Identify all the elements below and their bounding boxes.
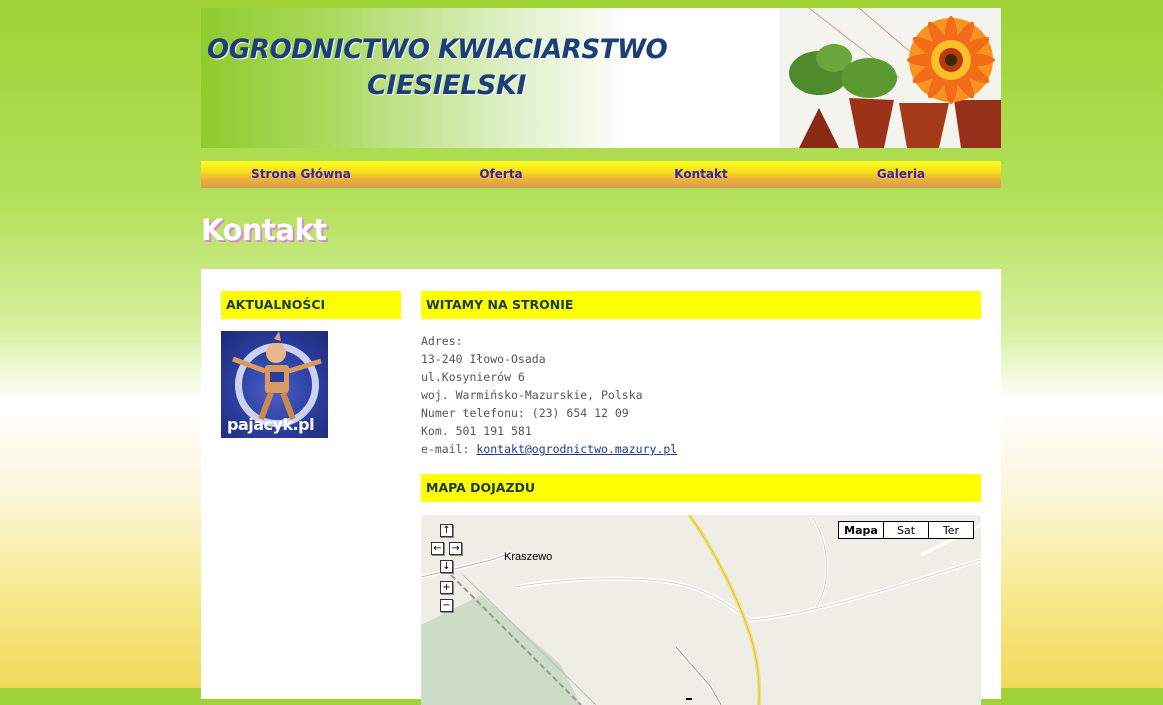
nav-item-home[interactable]: Strona Główna: [201, 161, 401, 188]
map-zoom-in-button[interactable]: +: [440, 581, 453, 594]
welcome-heading: WITAMY NA STRONIE: [421, 291, 981, 319]
map-type-terrain-button[interactable]: Ter: [928, 521, 974, 539]
map-zoom-out-button[interactable]: −: [440, 599, 453, 612]
page-title: Kontakt: [201, 213, 327, 247]
page-wrapper: OGRODNICTWO KWIACIARSTWO CIESIELSKI Stro…: [201, 8, 1001, 705]
map-pan-right-button[interactable]: →: [449, 542, 462, 555]
address-email-row: e-mail: kontakt@ogrodnictwo.mazury.pl: [421, 440, 677, 458]
pajacyk-logo-text: pajacyk.pl: [227, 415, 315, 434]
map-town-label: Kraszewo: [504, 551, 553, 563]
email-link[interactable]: kontakt@ogrodnictwo.mazury.pl: [476, 442, 677, 456]
map-pan-up-button[interactable]: ↑: [440, 524, 453, 537]
address-region: woj. Warmińsko-Mazurskie, Polska: [421, 388, 643, 402]
nav-item-contact[interactable]: Kontakt: [601, 161, 801, 188]
map-pan-left-button[interactable]: ←: [431, 542, 444, 555]
pajacyk-banner[interactable]: pajacyk.pl: [221, 331, 328, 438]
address-phone: Numer telefonu: (23) 654 12 09: [421, 406, 629, 420]
header-banner: OGRODNICTWO KWIACIARSTWO CIESIELSKI: [201, 8, 1001, 148]
map-pan-down-button[interactable]: ↓: [440, 560, 453, 573]
main-nav: Strona Główna Oferta Kontakt Galeria: [201, 161, 1001, 188]
email-label: e-mail:: [421, 442, 470, 456]
contact-address: Adres: 13-240 Iłowo-Osada ul.Kosynierów …: [421, 332, 677, 458]
news-heading: AKTUALNOŚCI: [221, 291, 401, 319]
address-mobile: Kom. 501 191 581: [421, 424, 532, 438]
nav-item-offer[interactable]: Oferta: [401, 161, 601, 188]
site-title-line2: CIESIELSKI: [367, 70, 526, 101]
map-type-switcher: Mapa Sat Ter: [838, 521, 974, 539]
address-street: ul.Kosynierów 6: [421, 370, 525, 384]
nav-item-gallery[interactable]: Galeria: [801, 161, 1001, 188]
map-type-satellite-button[interactable]: Sat: [883, 521, 929, 539]
site-title-line1: OGRODNICTWO KWIACIARSTWO: [207, 34, 668, 65]
map-type-map-button[interactable]: Mapa: [838, 521, 884, 539]
directions-map[interactable]: ↑ ← → ↓ + − Mapa Sat Ter Kraszewo: [421, 515, 981, 705]
address-postal: 13-240 Iłowo-Osada: [421, 352, 546, 366]
flowers-image: [779, 8, 1001, 148]
content-area: AKTUALNOŚCI pajacyk.pl WITAMY NA STRONIE…: [201, 269, 1001, 705]
map-heading: MAPA DOJAZDU: [421, 474, 981, 502]
map-roads: [421, 515, 981, 705]
address-label: Adres:: [421, 334, 463, 348]
